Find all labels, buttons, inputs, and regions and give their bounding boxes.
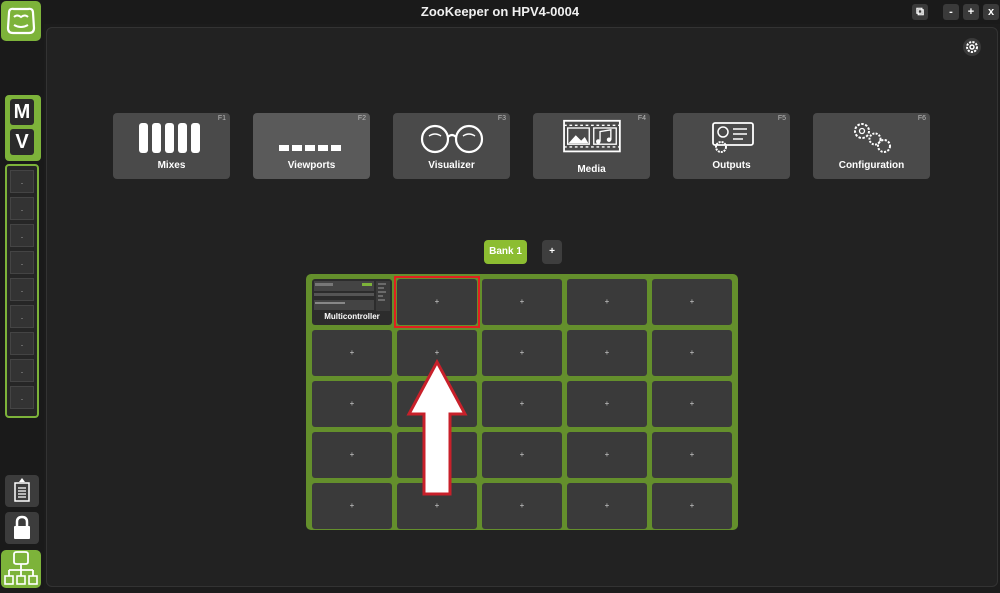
empty-viewport-cell[interactable]: + [312,330,392,376]
preset-slot-1[interactable]: . [10,170,34,193]
empty-viewport-cell[interactable]: + [312,381,392,427]
close-button[interactable]: x [983,4,999,20]
preset-slot-8[interactable]: . [10,359,34,382]
empty-viewport-cell[interactable]: + [482,279,562,325]
preset-slot-5[interactable]: . [10,278,34,301]
sidebar: M V . . . . . . . . . [0,0,44,589]
mode-visualizer-button[interactable]: F3 Visualizer [393,113,510,179]
empty-viewport-cell[interactable]: + [482,330,562,376]
media-film-icon [563,119,621,153]
multicontroller-thumbnail [314,281,390,311]
empty-viewport-cell[interactable]: + [312,483,392,529]
preset-slot-4[interactable]: . [10,251,34,274]
mode-outputs-button[interactable]: F5 Outputs [673,113,790,179]
bank-1-tab[interactable]: Bank 1 [484,240,527,264]
mode-viewports-button[interactable]: F2 Viewports [253,113,370,179]
mode-mixes-button[interactable]: F1 Mixes [113,113,230,179]
viewport-grid: Multicontroller ++++++++++++++++++++++++ [306,274,738,530]
mode-label: Configuration [838,160,905,171]
mode-label: Visualizer [428,160,475,171]
empty-viewport-cell[interactable]: + [652,483,732,529]
highlighted-cell-outline [394,276,480,328]
empty-viewport-cell[interactable]: + [567,279,647,325]
viewports-icon [279,145,341,151]
empty-viewport-cell[interactable]: + [567,330,647,376]
empty-viewport-cell[interactable]: + [652,279,732,325]
empty-viewport-cell[interactable]: + [567,381,647,427]
lock-button[interactable] [5,512,39,544]
mode-label: Media [577,164,606,175]
mv-toggle: M V [5,95,41,161]
empty-viewport-cell[interactable]: + [652,381,732,427]
preset-slots: . . . . . . . . . [5,164,39,418]
mode-label: Mixes [157,160,186,171]
preset-slot-6[interactable]: . [10,305,34,328]
empty-viewport-cell[interactable]: + [312,432,392,478]
mode-label: Viewports [287,160,336,171]
empty-viewport-cell[interactable]: + [652,432,732,478]
network-tree-button[interactable] [1,550,41,588]
pip-button[interactable]: ⧉ [912,4,928,20]
gear-icon [966,41,978,53]
v-letter: V [15,131,29,153]
mode-media-button[interactable]: F4 Media [533,113,650,179]
add-bank-button[interactable]: + [542,240,562,264]
preset-slot-3[interactable]: . [10,224,34,247]
pointer-arrow-icon [406,358,468,496]
preset-slot-7[interactable]: . [10,332,34,355]
title-bar: ZooKeeper on HPV4-0004 ⧉ - + x [0,0,1000,24]
upload-button[interactable] [5,475,39,507]
minimize-button[interactable]: - [943,4,959,20]
maximize-button[interactable]: + [963,4,979,20]
empty-viewport-cell[interactable]: + [652,330,732,376]
m-mode-button[interactable]: M [10,99,34,125]
preset-slot-9[interactable]: . [10,386,34,409]
main-panel: F1 Mixes F2 Viewports F3 Visualizer F4 M… [46,27,998,587]
v-mode-button[interactable]: V [10,129,34,155]
zookeeper-logo-icon[interactable] [1,1,41,41]
preset-slot-2[interactable]: . [10,197,34,220]
mode-configuration-button[interactable]: F6 Configuration [813,113,930,179]
mode-label: Outputs [712,160,751,171]
empty-viewport-cell[interactable]: + [567,483,647,529]
upload-list-icon [14,478,30,502]
empty-viewport-cell[interactable]: + [482,483,562,529]
outputs-card-icon [712,122,754,153]
gears-icon [854,123,891,153]
lock-icon [14,515,30,539]
empty-viewport-cell[interactable]: + [482,381,562,427]
settings-button[interactable] [963,38,981,56]
multicontroller-label: Multicontroller [324,312,380,321]
glasses-icon [420,124,484,154]
empty-viewport-cell[interactable]: + [567,432,647,478]
window-title: ZooKeeper on HPV4-0004 [420,4,580,19]
multicontroller-cell[interactable]: Multicontroller [312,279,392,325]
network-tree-icon [4,551,38,585]
m-letter: M [13,101,31,123]
empty-viewport-cell[interactable]: + [482,432,562,478]
faders-icon [139,123,200,153]
